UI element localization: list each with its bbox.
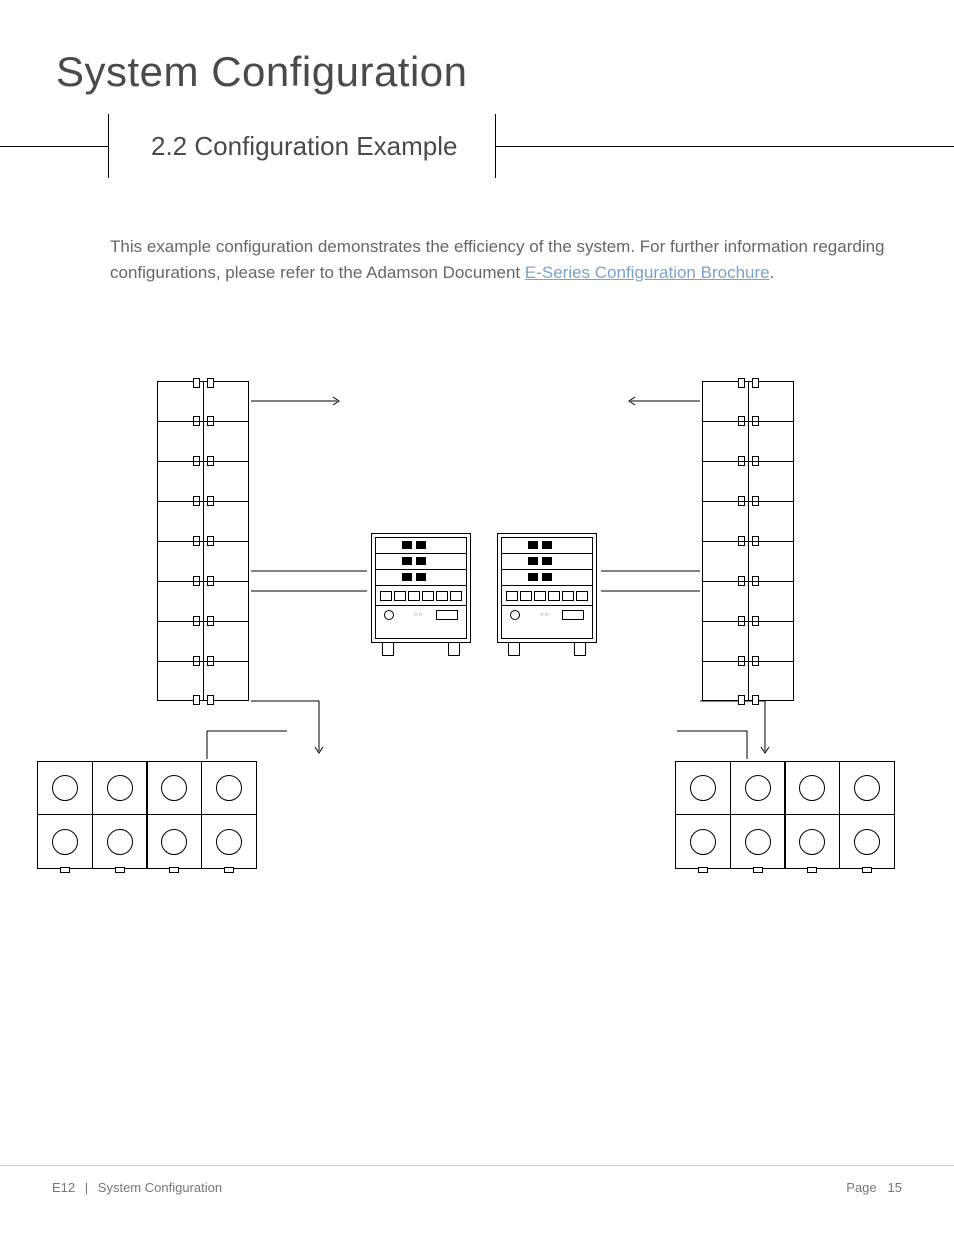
array-cabinet	[702, 621, 794, 661]
sub-cabinet	[839, 815, 895, 869]
footer-page-number: 15	[888, 1180, 902, 1195]
configuration-diagram: ○○○○	[37, 381, 917, 901]
sub-array-right	[675, 761, 895, 869]
line-array-left	[157, 381, 249, 701]
sub-cabinet	[839, 761, 895, 815]
array-cabinet	[157, 381, 249, 421]
array-cabinet	[702, 581, 794, 621]
footer-product: E12	[52, 1180, 75, 1195]
sub-array-left	[37, 761, 257, 869]
sub-cabinet	[675, 815, 731, 869]
sub-cabinet	[146, 815, 202, 869]
sub-cabinet	[201, 761, 257, 815]
amp-rack: ○○	[371, 533, 471, 643]
footer-section: System Configuration	[98, 1180, 222, 1195]
sub-cabinet	[730, 761, 786, 815]
sub-cabinet	[92, 815, 148, 869]
sub-cabinet	[146, 761, 202, 815]
body-paragraph: This example configuration demonstrates …	[0, 178, 954, 285]
array-cabinet	[157, 581, 249, 621]
sub-cabinet	[37, 761, 93, 815]
array-cabinet	[157, 661, 249, 701]
array-cabinet	[702, 421, 794, 461]
array-cabinet	[702, 541, 794, 581]
amp-racks: ○○○○	[371, 533, 597, 643]
after-link-text: .	[770, 263, 775, 282]
sub-cabinet	[675, 761, 731, 815]
section-number: 2.2	[151, 131, 187, 162]
amp-rack: ○○	[497, 533, 597, 643]
section-heading-bar: 2.2 Configuration Example	[0, 114, 954, 178]
array-cabinet	[157, 461, 249, 501]
array-cabinet	[702, 661, 794, 701]
sub-cabinet	[784, 761, 840, 815]
sub-cabinet	[92, 761, 148, 815]
sub-cabinet	[201, 815, 257, 869]
footer-left: E12 | System Configuration	[52, 1180, 222, 1195]
sub-cabinet	[37, 815, 93, 869]
brochure-link[interactable]: E-Series Configuration Brochure	[525, 263, 770, 282]
array-cabinet	[702, 381, 794, 421]
footer-right: Page 15	[846, 1180, 902, 1195]
footer-page-label: Page	[846, 1180, 876, 1195]
array-cabinet	[702, 461, 794, 501]
page-footer: E12 | System Configuration Page 15	[0, 1165, 954, 1195]
sub-cabinet	[730, 815, 786, 869]
sub-cabinet	[784, 815, 840, 869]
line-array-right	[702, 381, 794, 701]
array-cabinet	[157, 421, 249, 461]
array-cabinet	[702, 501, 794, 541]
page-title: System Configuration	[0, 0, 954, 114]
array-cabinet	[157, 621, 249, 661]
section-heading: 2.2 Configuration Example	[108, 114, 496, 178]
section-name: Configuration Example	[194, 131, 457, 162]
array-cabinet	[157, 541, 249, 581]
array-cabinet	[157, 501, 249, 541]
